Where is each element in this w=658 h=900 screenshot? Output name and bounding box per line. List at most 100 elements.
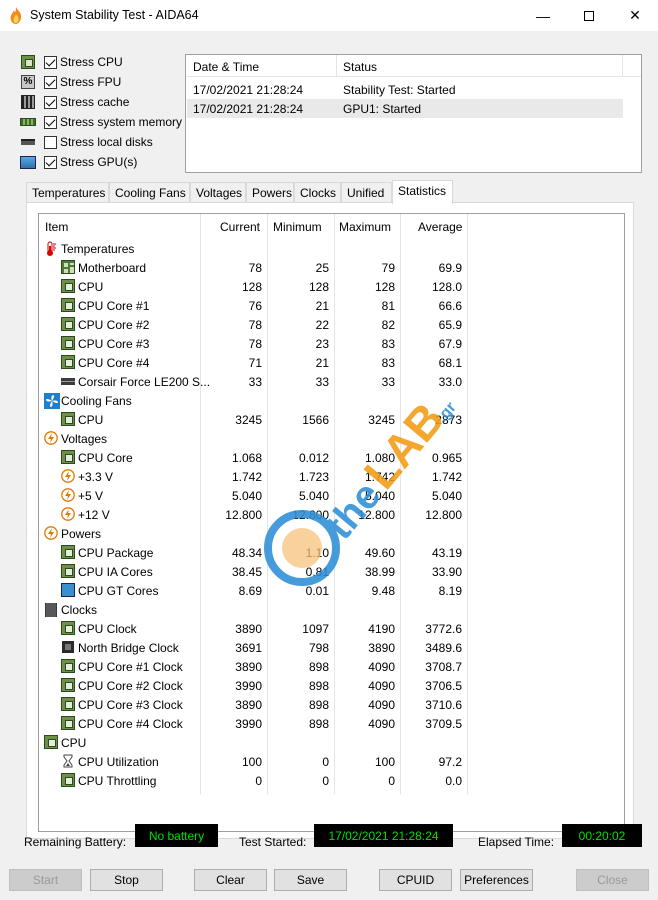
log-header-status[interactable]: Status bbox=[343, 60, 377, 74]
stress-checkbox[interactable] bbox=[44, 155, 57, 169]
tab-temperatures[interactable]: Temperatures bbox=[26, 182, 109, 203]
lightning-icon bbox=[61, 488, 75, 502]
table-row[interactable]: CPU Throttling 0 0 0 0.0 bbox=[39, 771, 624, 790]
column-header-current[interactable]: Current bbox=[220, 220, 260, 234]
cell-minimum: 12.800 bbox=[292, 508, 329, 522]
table-row[interactable]: CPU Core #4 71 21 83 68.1 bbox=[39, 353, 624, 372]
cell-maximum: 79 bbox=[381, 261, 395, 275]
log-row[interactable]: 17/02/2021 21:28:24 Stability Test: Star… bbox=[187, 80, 623, 99]
table-row[interactable]: CPU Clock 3890 1097 4190 3772.6 bbox=[39, 619, 624, 638]
group-row[interactable]: Powers bbox=[39, 524, 624, 543]
table-row[interactable]: CPU Core #3 78 23 83 67.9 bbox=[39, 334, 624, 353]
tab-label: Cooling Fans bbox=[115, 186, 186, 200]
table-row[interactable]: CPU Package 48.34 1.10 49.60 43.19 bbox=[39, 543, 624, 562]
tab-statistics[interactable]: Statistics bbox=[392, 180, 453, 204]
tab-powers[interactable]: Powers bbox=[246, 182, 294, 203]
log-row[interactable]: 17/02/2021 21:28:24 GPU1: Started bbox=[187, 99, 623, 118]
table-row[interactable]: CPU IA Cores 38.45 0.81 38.99 33.90 bbox=[39, 562, 624, 581]
cpu-chip-icon bbox=[61, 450, 75, 464]
table-row[interactable]: +5 V 5.040 5.040 5.040 5.040 bbox=[39, 486, 624, 505]
table-row[interactable]: CPU Core #1 76 21 81 66.6 bbox=[39, 296, 624, 315]
stress-checkbox[interactable] bbox=[44, 55, 57, 69]
maximize-icon bbox=[584, 10, 594, 21]
table-row[interactable]: CPU Core #1 Clock 3890 898 4090 3708.7 bbox=[39, 657, 624, 676]
tab-voltages[interactable]: Voltages bbox=[190, 182, 246, 203]
table-row[interactable]: Motherboard 78 25 79 69.9 bbox=[39, 258, 624, 277]
cell-average: 33.90 bbox=[431, 565, 462, 579]
cpu-chip-icon bbox=[61, 355, 75, 369]
table-row[interactable]: CPU Core #2 78 22 82 65.9 bbox=[39, 315, 624, 334]
stress-checkbox[interactable] bbox=[44, 135, 57, 149]
cell-minimum: 1.10 bbox=[305, 546, 329, 560]
cpuid-button[interactable]: CPUID bbox=[379, 869, 452, 891]
northbridge-icon bbox=[61, 640, 75, 654]
table-row[interactable]: North Bridge Clock 3691 798 3890 3489.6 bbox=[39, 638, 624, 657]
cpu-chip-icon bbox=[61, 336, 75, 350]
start-button[interactable]: Start bbox=[9, 869, 82, 891]
cell-average: 97.2 bbox=[438, 755, 462, 769]
tab-clocks[interactable]: Clocks bbox=[294, 182, 341, 203]
stress-checkbox[interactable] bbox=[44, 95, 57, 109]
tab-unified[interactable]: Unified bbox=[341, 182, 392, 203]
group-row[interactable]: Voltages bbox=[39, 429, 624, 448]
close-button[interactable]: Close bbox=[576, 869, 649, 891]
stress-checkbox[interactable] bbox=[44, 115, 57, 129]
stress-option-label: Stress cache bbox=[60, 95, 130, 109]
close-icon: ✕ bbox=[629, 7, 641, 23]
stress-option[interactable]: Stress GPU(s) bbox=[20, 153, 137, 171]
column-header-minimum[interactable]: Minimum bbox=[273, 220, 322, 234]
stop-button[interactable]: Stop bbox=[90, 869, 163, 891]
cell-average: 69.9 bbox=[438, 261, 462, 275]
log-column-divider[interactable] bbox=[622, 55, 623, 77]
stress-option[interactable]: Stress system memory bbox=[20, 113, 182, 131]
status-log[interactable]: Date & Time Status 17/02/2021 21:28:24 S… bbox=[185, 54, 642, 173]
group-row[interactable]: Temperatures bbox=[39, 239, 624, 258]
item-label: CPU Package bbox=[78, 546, 154, 560]
table-row[interactable]: CPU 3245 1566 3245 2873 bbox=[39, 410, 624, 429]
table-row[interactable]: +3.3 V 1.742 1.723 1.742 1.742 bbox=[39, 467, 624, 486]
preferences-button[interactable]: Preferences bbox=[460, 869, 533, 891]
stress-option[interactable]: Stress CPU bbox=[20, 53, 123, 71]
group-row[interactable]: CPU bbox=[39, 733, 624, 752]
cell-current: 3691 bbox=[235, 641, 262, 655]
tab-cooling-fans[interactable]: Cooling Fans bbox=[109, 182, 190, 203]
column-header-maximum[interactable]: Maximum bbox=[339, 220, 391, 234]
clear-button[interactable]: Clear bbox=[194, 869, 267, 891]
table-row[interactable]: CPU Utilization 100 0 100 97.2 bbox=[39, 752, 624, 771]
log-header-datetime[interactable]: Date & Time bbox=[193, 60, 259, 74]
table-row[interactable]: CPU GT Cores 8.69 0.01 9.48 8.19 bbox=[39, 581, 624, 600]
stress-option-label: Stress CPU bbox=[60, 55, 123, 69]
group-row[interactable]: Clocks bbox=[39, 600, 624, 619]
cpu-chip-icon bbox=[61, 697, 75, 711]
table-row[interactable]: CPU Core #3 Clock 3890 898 4090 3710.6 bbox=[39, 695, 624, 714]
cell-average: 43.19 bbox=[431, 546, 462, 560]
log-row-status: Stability Test: Started bbox=[343, 83, 456, 97]
group-row[interactable]: Cooling Fans bbox=[39, 391, 624, 410]
table-row[interactable]: Corsair Force LE200 S... 33 33 33 33.0 bbox=[39, 372, 624, 391]
log-column-divider[interactable] bbox=[336, 55, 337, 77]
stress-option[interactable]: % Stress FPU bbox=[20, 73, 121, 91]
cell-average: 5.040 bbox=[431, 489, 462, 503]
table-row[interactable]: CPU Core 1.068 0.012 1.080 0.965 bbox=[39, 448, 624, 467]
table-row[interactable]: CPU Core #2 Clock 3990 898 4090 3706.5 bbox=[39, 676, 624, 695]
cell-current: 1.068 bbox=[231, 451, 262, 465]
stress-checkbox[interactable] bbox=[44, 75, 57, 89]
stress-option[interactable]: Stress cache bbox=[20, 93, 129, 111]
cell-minimum: 0.012 bbox=[298, 451, 329, 465]
save-button[interactable]: Save bbox=[274, 869, 347, 891]
cell-minimum: 1566 bbox=[302, 413, 329, 427]
log-row-datetime: 17/02/2021 21:28:24 bbox=[193, 83, 304, 97]
column-header-average[interactable]: Average bbox=[418, 220, 462, 234]
item-label: CPU Core #1 Clock bbox=[78, 660, 183, 674]
maximize-button[interactable] bbox=[566, 0, 612, 31]
table-row[interactable]: CPU Core #4 Clock 3990 898 4090 3709.5 bbox=[39, 714, 624, 733]
table-row[interactable]: +12 V 12.800 12.800 12.800 12.800 bbox=[39, 505, 624, 524]
cell-current: 128 bbox=[241, 280, 262, 294]
minimize-button[interactable]: — bbox=[520, 0, 566, 31]
statistics-table[interactable]: Item Current Minimum Maximum Average Tem… bbox=[38, 213, 625, 832]
stress-option[interactable]: Stress local disks bbox=[20, 133, 153, 151]
memory-icon bbox=[20, 115, 36, 129]
close-window-button[interactable]: ✕ bbox=[612, 0, 658, 31]
column-header-item[interactable]: Item bbox=[45, 220, 68, 234]
table-row[interactable]: CPU 128 128 128 128.0 bbox=[39, 277, 624, 296]
